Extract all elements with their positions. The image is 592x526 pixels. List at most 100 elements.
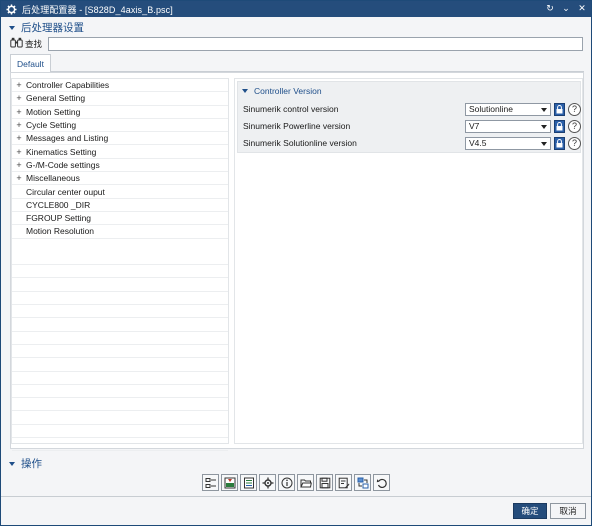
operations-toolbar xyxy=(202,474,390,491)
control-version-row: Sinumerik control version Solutionline ? xyxy=(243,102,581,116)
tree-empty-row xyxy=(12,292,228,306)
report-icon[interactable] xyxy=(240,474,257,491)
tree-item-label: Cycle Setting xyxy=(26,120,77,131)
refresh-icon[interactable]: ↻ xyxy=(545,3,555,14)
expand-plus-icon[interactable]: + xyxy=(12,160,26,170)
tree-empty-row xyxy=(12,279,228,292)
settings-icon[interactable] xyxy=(259,474,276,491)
tree-item[interactable]: CYCLE800 _DIR xyxy=(12,199,228,212)
tree-empty-row xyxy=(12,265,228,279)
lock-icon[interactable] xyxy=(554,119,565,133)
tree-item[interactable]: + Controller Capabilities xyxy=(12,79,228,93)
tree-item-label: Controller Capabilities xyxy=(26,80,110,91)
tree-empty-row xyxy=(12,305,228,319)
chevron-down-icon[interactable]: ⌄ xyxy=(561,3,571,14)
operations-section-header[interactable]: 操作 xyxy=(9,456,42,471)
solutionline-version-value: V4.5 xyxy=(469,138,487,148)
expand-plus-icon[interactable]: + xyxy=(12,147,26,157)
tree-item[interactable]: + Miscellaneous xyxy=(12,172,228,186)
expand-plus-icon[interactable]: + xyxy=(12,133,26,143)
binoculars-icon xyxy=(10,37,23,50)
find-label: 查找 xyxy=(25,38,43,49)
ok-button[interactable]: 确定 xyxy=(513,503,547,519)
save-icon[interactable] xyxy=(316,474,333,491)
post-configurator-window: 后处理配置器 - [S828D_4axis_B.psc] ↻ ⌄ ✕ 后处理器设… xyxy=(0,0,592,526)
tree-empty-row xyxy=(12,372,228,385)
tree-item-label: Motion Setting xyxy=(26,106,81,117)
tab-default[interactable]: Default xyxy=(10,54,51,73)
tree-item-label: Motion Resolution xyxy=(26,226,95,237)
tree-item[interactable]: Circular center ouput xyxy=(12,185,228,199)
tree-item[interactable]: + Motion Setting xyxy=(12,106,228,119)
powerline-version-row: Sinumerik Powerline version V7 ? xyxy=(243,119,581,133)
help-icon[interactable]: ? xyxy=(568,102,581,116)
tree-item-label: Circular center ouput xyxy=(26,186,105,197)
controller-version-group: Controller Version Sinumerik control ver… xyxy=(237,81,581,153)
collapse-triangle-icon xyxy=(242,89,248,93)
tree-empty-row xyxy=(12,385,228,399)
tree-item[interactable]: + Kinematics Setting xyxy=(12,146,228,159)
tab-strip: Default xyxy=(10,54,584,73)
help-icon[interactable]: ? xyxy=(568,119,581,133)
solutionline-version-row: Sinumerik Solutionline version V4.5 ? xyxy=(243,136,581,150)
tree-item-label: FGROUP Setting xyxy=(26,213,92,224)
footer-divider xyxy=(1,496,591,497)
settings-content: Controller Version Sinumerik control ver… xyxy=(234,78,583,444)
expand-plus-icon[interactable]: + xyxy=(12,107,26,117)
swap-icon[interactable] xyxy=(354,474,371,491)
export-icon[interactable] xyxy=(221,474,238,491)
expand-plus-icon[interactable]: + xyxy=(12,80,26,90)
control-version-value: Solutionline xyxy=(469,104,513,114)
tree-empty-row xyxy=(12,425,228,439)
tree-item[interactable]: + General Setting xyxy=(12,92,228,106)
expand-plus-icon[interactable]: + xyxy=(12,173,26,183)
tree-item[interactable]: + G-/M-Code settings xyxy=(12,159,228,173)
control-version-select[interactable]: Solutionline xyxy=(465,102,551,116)
tree-item-label: CYCLE800 _DIR xyxy=(26,199,91,210)
solutionline-version-select[interactable]: V4.5 xyxy=(465,136,551,150)
powerline-version-value: V7 xyxy=(469,121,480,131)
powerline-version-label: Sinumerik Powerline version xyxy=(243,121,351,131)
tree-empty-row xyxy=(12,358,228,372)
find-input[interactable] xyxy=(48,37,583,51)
expand-plus-icon[interactable]: + xyxy=(12,93,26,103)
help-icon[interactable]: ? xyxy=(568,136,581,150)
tree-empty-row xyxy=(12,252,228,266)
tree-item-label: Miscellaneous xyxy=(26,173,80,184)
info-icon[interactable] xyxy=(278,474,295,491)
lock-icon[interactable] xyxy=(554,136,565,150)
tree-empty-row xyxy=(12,345,228,359)
list-icon[interactable] xyxy=(202,474,219,491)
tree-item-label: Kinematics Setting xyxy=(26,146,97,157)
tree-item[interactable]: FGROUP Setting xyxy=(12,212,228,226)
dropdown-arrow-icon xyxy=(541,124,547,129)
tree-item-label: Messages and Listing xyxy=(26,133,109,144)
tree-empty-row xyxy=(12,438,228,452)
gear-icon xyxy=(5,3,17,15)
close-icon[interactable]: ✕ xyxy=(577,3,587,14)
settings-heading: 后处理器设置 xyxy=(21,22,84,34)
tree-item[interactable]: Motion Resolution xyxy=(12,225,228,239)
save-as-icon[interactable] xyxy=(335,474,352,491)
settings-section-header[interactable]: 后处理器设置 xyxy=(9,20,84,35)
dropdown-arrow-icon xyxy=(541,141,547,146)
controller-version-title: Controller Version xyxy=(254,86,322,96)
cancel-button[interactable]: 取消 xyxy=(550,503,586,519)
lock-icon[interactable] xyxy=(554,102,565,116)
tree-empty-row xyxy=(12,332,228,345)
window-title: 后处理配置器 - [S828D_4axis_B.psc] xyxy=(22,4,173,15)
open-folder-icon[interactable] xyxy=(297,474,314,491)
expand-plus-icon[interactable]: + xyxy=(12,120,26,130)
controller-version-header[interactable]: Controller Version xyxy=(242,86,322,96)
settings-tree: + Controller Capabilities + General Settin… xyxy=(11,78,229,452)
collapse-triangle-icon xyxy=(9,25,15,30)
tree-item-label: G-/M-Code settings xyxy=(26,159,100,170)
tree-item[interactable]: + Cycle Setting xyxy=(12,119,228,133)
powerline-version-select[interactable]: V7 xyxy=(465,119,551,133)
operations-heading: 操作 xyxy=(21,458,42,470)
title-bar: 后处理配置器 - [S828D_4axis_B.psc] ↻ ⌄ ✕ xyxy=(1,1,591,17)
undo-icon[interactable] xyxy=(373,474,390,491)
tree-item[interactable]: + Messages and Listing xyxy=(12,132,228,146)
collapse-triangle-icon xyxy=(9,461,15,466)
dropdown-arrow-icon xyxy=(541,107,547,112)
